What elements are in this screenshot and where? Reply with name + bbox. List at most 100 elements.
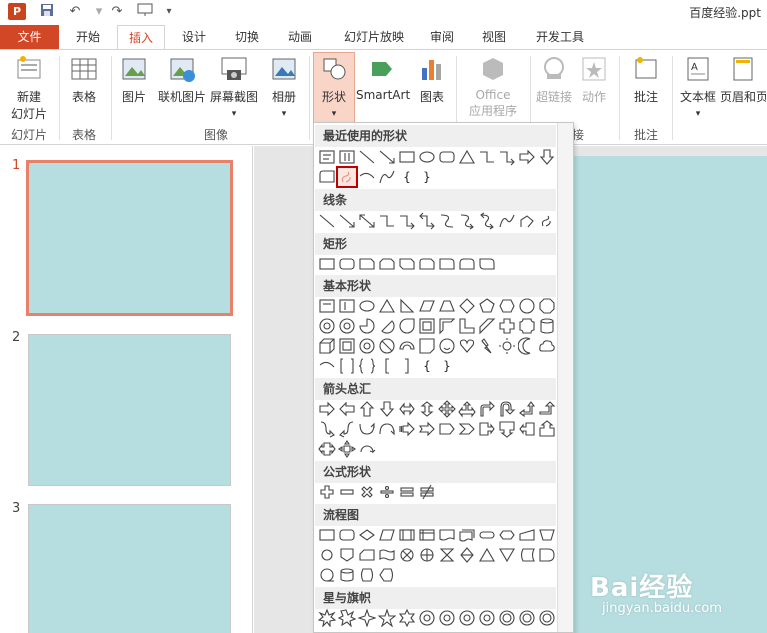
flowchart-magnetic-disk-shape-icon[interactable] [338, 566, 356, 584]
slide-thumbnail-2[interactable] [28, 334, 231, 486]
snip-single-corner-rectangle-shape-icon[interactable] [358, 255, 376, 273]
left-right-arrow-shape-icon[interactable] [398, 400, 416, 418]
online-picture-button[interactable]: 联机图片 [156, 54, 208, 105]
heart-shape-icon[interactable] [458, 337, 476, 355]
rounded-rectangle-shape-icon[interactable] [338, 255, 356, 273]
album-button[interactable]: 相册 ▾ [264, 54, 304, 119]
chevron-shape-icon[interactable] [458, 420, 476, 438]
left-bracket-shape-icon[interactable] [378, 357, 396, 375]
redo-icon[interactable]: ↷ [108, 3, 126, 21]
dodecagon-shape-icon[interactable] [338, 317, 356, 335]
right-bracket-shape-icon[interactable] [398, 357, 416, 375]
up-down-arrow-shape-icon[interactable] [418, 400, 436, 418]
tab-transitions[interactable]: 切换 [223, 25, 271, 49]
flowchart-connector-shape-icon[interactable] [318, 546, 336, 564]
arc-shape-icon[interactable] [358, 168, 376, 186]
multiply-shape-icon[interactable] [358, 483, 376, 501]
flowchart-sequential-access-storage-shape-icon[interactable] [318, 566, 336, 584]
parallelogram-shape-icon[interactable] [418, 297, 436, 315]
flowchart-manual-input-shape-icon[interactable] [518, 526, 536, 544]
decagon-shape-icon[interactable] [318, 317, 336, 335]
flowchart-multidocument-shape-icon[interactable] [458, 526, 476, 544]
oval-shape-icon[interactable] [358, 297, 376, 315]
undo-dropdown-icon[interactable]: ▾ [90, 3, 108, 21]
flowchart-extract-shape-icon[interactable] [478, 546, 496, 564]
folded-corner-shape-icon[interactable] [418, 337, 436, 355]
curved-connector-shape-icon[interactable] [438, 212, 456, 230]
double-arrow-line-shape-icon[interactable] [358, 212, 376, 230]
round-single-corner-rectangle-shape-icon[interactable] [438, 255, 456, 273]
elbow-arrow-connector-shape-icon[interactable] [498, 148, 516, 166]
down-arrow-callout-shape-icon[interactable] [498, 420, 516, 438]
no-symbol-shape-icon[interactable] [378, 337, 396, 355]
star-16-point-shape-icon[interactable] [498, 609, 516, 627]
star-6-point-shape-icon[interactable] [398, 608, 416, 628]
left-arrow-callout-shape-icon[interactable] [518, 420, 536, 438]
striped-right-arrow-shape-icon[interactable] [398, 420, 416, 438]
flowchart-punched-tape-shape-icon[interactable] [378, 546, 396, 564]
down-arrow-shape-icon[interactable] [378, 400, 396, 418]
u-turn-arrow-shape-icon[interactable] [498, 400, 516, 418]
current-slide[interactable] [571, 156, 767, 633]
header-footer-button[interactable]: 页眉和页 [720, 54, 766, 105]
table-button[interactable]: 表格 [64, 54, 104, 105]
flowchart-sort-shape-icon[interactable] [458, 546, 476, 564]
undo-icon[interactable]: ↶ [66, 3, 84, 21]
star-32-point-shape-icon[interactable] [538, 609, 556, 627]
heptagon-shape-icon[interactable] [518, 297, 536, 315]
pentagon-arrow-shape-icon[interactable] [438, 420, 456, 438]
hyperlink-button[interactable]: 超链接 [534, 54, 574, 105]
teardrop-shape-icon[interactable] [398, 317, 416, 335]
new-slide-button[interactable]: 新建 幻灯片 [6, 54, 52, 122]
flowchart-process-shape-icon[interactable] [318, 526, 336, 544]
cloud-shape-icon[interactable] [538, 337, 556, 355]
scribble-shape-icon[interactable] [538, 212, 556, 230]
half-frame-shape-icon[interactable] [438, 317, 456, 335]
oval-shape-icon[interactable] [418, 148, 436, 166]
left-right-up-arrow-shape-icon[interactable] [458, 400, 476, 418]
star-4-point-shape-icon[interactable] [357, 608, 377, 628]
flowchart-card-shape-icon[interactable] [358, 546, 376, 564]
curved-right-arrow-shape-icon[interactable] [318, 420, 336, 438]
rectangle-shape-icon[interactable] [398, 148, 416, 166]
quad-arrow-shape-icon[interactable] [438, 400, 456, 418]
lightning-bolt-shape-icon[interactable] [478, 337, 496, 355]
tab-animations[interactable]: 动画 [276, 25, 324, 49]
arc-shape-icon[interactable] [318, 357, 336, 375]
picture-button[interactable]: 图片 [116, 54, 152, 105]
arrow-line-shape-icon[interactable] [378, 148, 396, 166]
curved-double-arrow-connector-shape-icon[interactable] [478, 212, 496, 230]
textbox-shape-icon[interactable] [318, 297, 336, 315]
cube-shape-icon[interactable] [318, 337, 336, 355]
textbox-shape-icon[interactable] [318, 148, 336, 166]
not-equal-shape-icon[interactable] [418, 483, 436, 501]
tab-insert[interactable]: 插入 [117, 25, 165, 50]
tab-slideshow[interactable]: 幻灯片放映 [334, 25, 414, 49]
left-brace-shape-icon[interactable]: { [398, 168, 416, 186]
quad-arrow-callout-shape-icon[interactable] [338, 440, 356, 458]
curve-shape-icon[interactable] [498, 212, 516, 230]
left-arrow-shape-icon[interactable] [338, 400, 356, 418]
up-arrow-callout-shape-icon[interactable] [538, 420, 556, 438]
double-brace-shape-icon[interactable] [358, 357, 376, 375]
pie-shape-icon[interactable] [358, 317, 376, 335]
rectangle-shape-icon[interactable] [318, 255, 336, 273]
star-10-point-shape-icon[interactable] [458, 609, 476, 627]
office-apps-button[interactable]: Office 应用程序 [460, 54, 526, 119]
freeform-scribble-shape-icon[interactable] [336, 166, 358, 188]
circular-arrow-shape-icon[interactable] [358, 440, 376, 458]
double-bracket-shape-icon[interactable] [338, 357, 356, 375]
round-same-side-rectangle-shape-icon[interactable] [458, 255, 476, 273]
dropdown-scrollbar[interactable] [557, 123, 573, 632]
flowchart-decision-shape-icon[interactable] [358, 526, 376, 544]
flowchart-or-shape-icon[interactable] [418, 546, 436, 564]
right-brace-shape-icon[interactable]: } [438, 357, 456, 375]
star-12-point-shape-icon[interactable] [478, 609, 496, 627]
comment-button[interactable]: 批注 [626, 54, 666, 105]
snip-round-rectangle-shape-icon[interactable] [418, 255, 436, 273]
octagon-shape-icon[interactable] [538, 297, 556, 315]
left-brace-shape-icon[interactable]: { [418, 357, 436, 375]
curved-arrow-connector-shape-icon[interactable] [458, 212, 476, 230]
screenshot-button[interactable]: 屏幕截图 ▾ [208, 54, 260, 119]
snip-diagonal-rectangle-shape-icon[interactable] [398, 255, 416, 273]
